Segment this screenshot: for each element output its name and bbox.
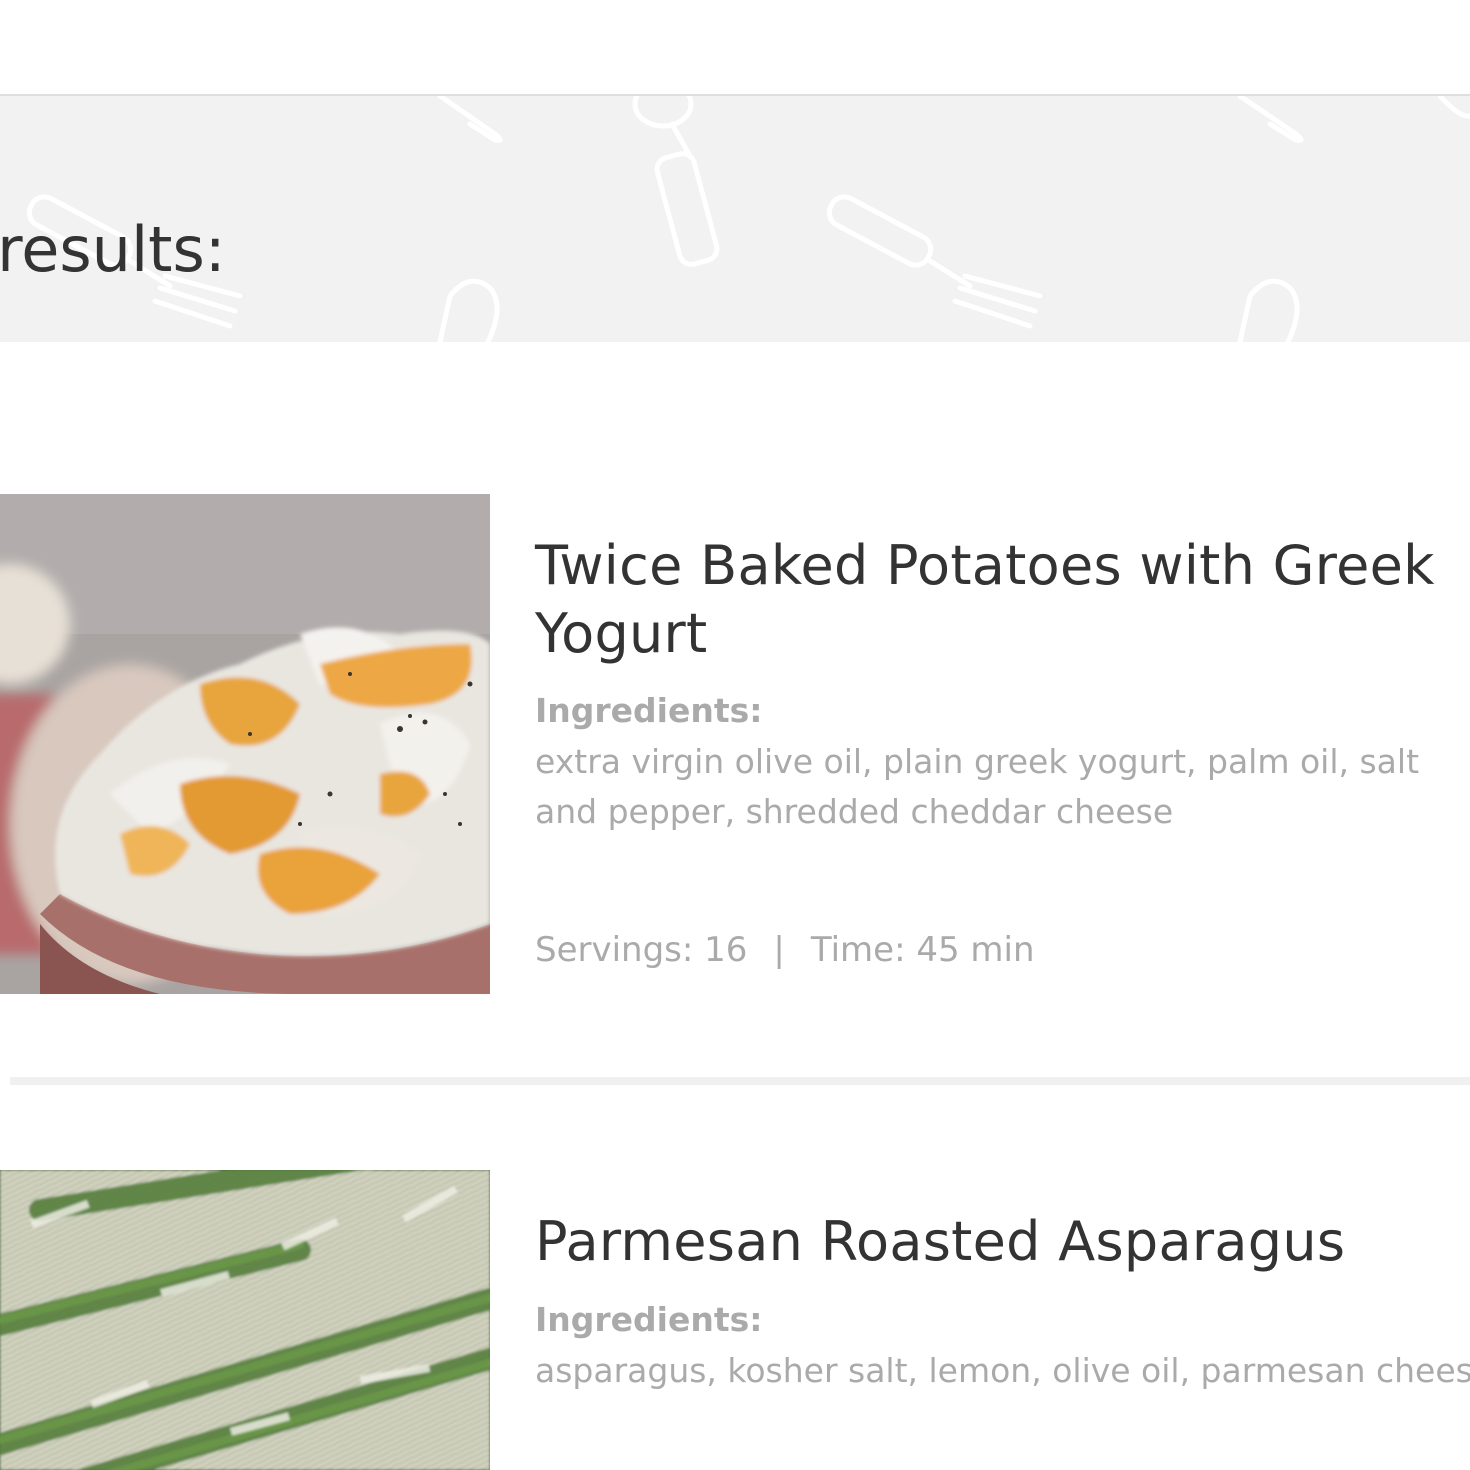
recipe-meta: Servings: 16 | Time: 45 min	[535, 928, 1035, 972]
recipe-card[interactable]: Twice Baked Potatoes with Greek Yogurt I…	[0, 494, 1470, 994]
page-title: ch results:	[0, 213, 226, 286]
time-text: Time: 45 min	[810, 930, 1035, 970]
recipe-image[interactable]	[0, 1170, 490, 1470]
recipe-image[interactable]	[0, 494, 490, 994]
servings-text: Servings: 16	[535, 930, 748, 970]
search-results-banner: ch results:	[0, 96, 1470, 342]
twice-baked-potato-photo	[0, 494, 490, 994]
recipe-title[interactable]: Parmesan Roasted Asparagus	[535, 1208, 1470, 1276]
ingredients-list: asparagus, kosher salt, lemon, olive oil…	[535, 1351, 1470, 1390]
ingredients-label: Ingredients:	[535, 691, 763, 730]
recipe-title[interactable]: Twice Baked Potatoes with Greek Yogurt	[535, 532, 1470, 668]
parmesan-asparagus-photo	[0, 1170, 490, 1470]
top-navbar	[0, 0, 1470, 96]
divider	[10, 1077, 1470, 1085]
ingredients-list: extra virgin olive oil, plain greek yogu…	[535, 742, 1420, 831]
recipe-card[interactable]: Parmesan Roasted Asparagus Ingredients: …	[0, 1170, 1470, 1470]
ingredients-label: Ingredients:	[535, 1300, 763, 1339]
meta-separator: |	[773, 930, 785, 970]
